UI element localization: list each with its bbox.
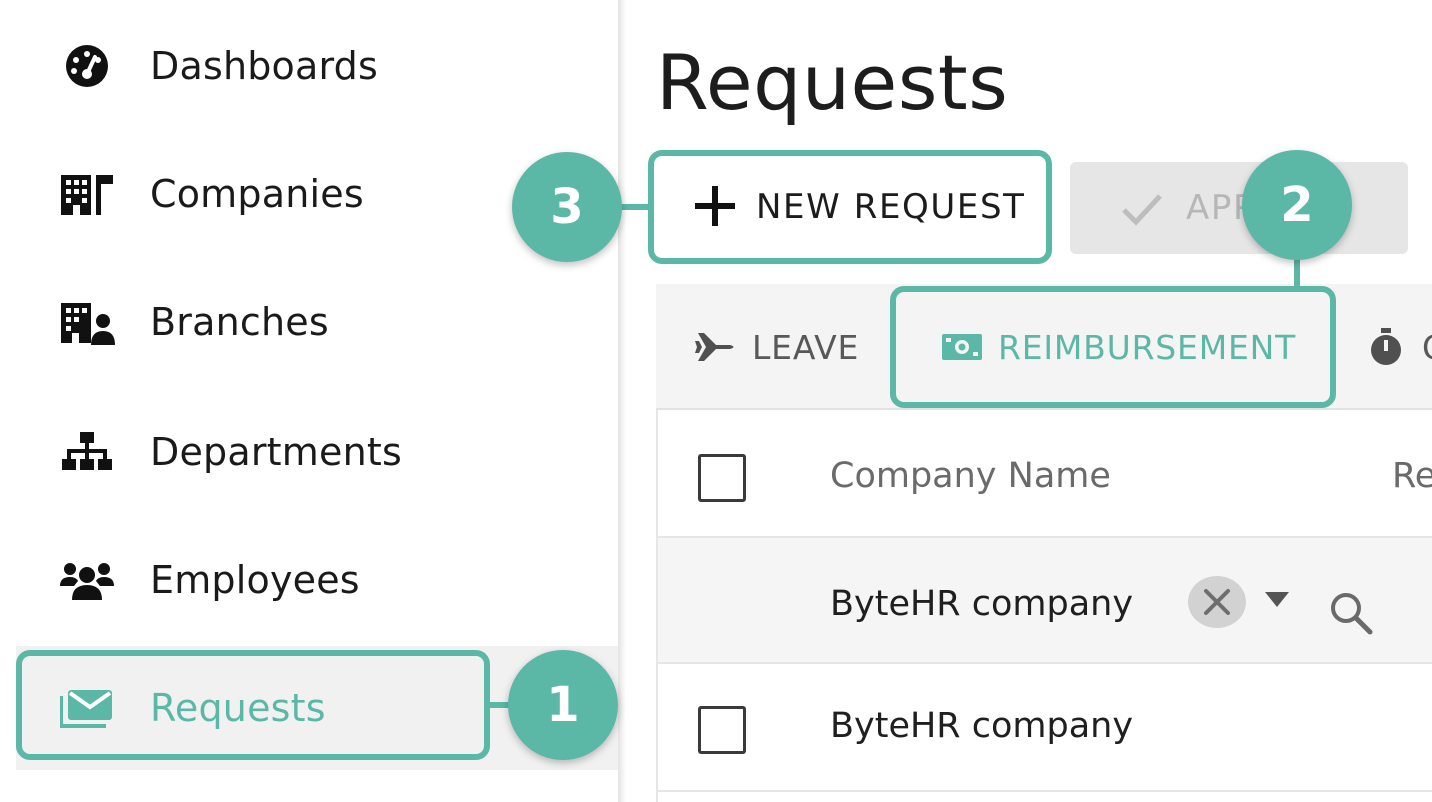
requests-envelope-icon bbox=[58, 679, 116, 737]
tab-label: LEAVE bbox=[752, 327, 860, 367]
sidebar-item-label: Dashboards bbox=[150, 44, 378, 88]
tab-label: O bbox=[1422, 328, 1432, 367]
tab-leave[interactable]: LEAVE bbox=[694, 284, 859, 410]
callout-badge-2: 2 bbox=[1242, 150, 1352, 260]
sidebar-item-label: Companies bbox=[150, 172, 364, 216]
sidebar-item-label: Requests bbox=[150, 686, 326, 730]
companies-building-icon bbox=[58, 165, 116, 223]
page-title: Requests bbox=[656, 38, 1009, 127]
callout-badge-3: 3 bbox=[512, 152, 622, 262]
plus-icon bbox=[695, 186, 735, 226]
select-all-checkbox[interactable] bbox=[698, 454, 746, 502]
sidebar-item-departments[interactable]: Departments bbox=[16, 390, 618, 514]
dashboard-gauge-icon bbox=[58, 37, 116, 95]
departments-sitemap-icon bbox=[58, 423, 116, 481]
row-checkbox[interactable] bbox=[698, 706, 746, 754]
column-header-second[interactable]: Re bbox=[1392, 456, 1432, 496]
callout-connector-3 bbox=[618, 204, 650, 210]
sidebar-item-label: Departments bbox=[150, 430, 402, 474]
sidebar-item-label: Employees bbox=[150, 558, 360, 602]
tab-overtime[interactable]: O bbox=[1364, 284, 1432, 410]
row-company-name: ByteHR company bbox=[830, 706, 1134, 746]
callout-connector-1 bbox=[488, 702, 510, 708]
requests-table: Company Name Re ByteHR company ByteHR co… bbox=[656, 410, 1432, 802]
table-filter-row: ByteHR company bbox=[658, 538, 1432, 664]
request-type-tabs: LEAVE REIMBURSEMENT bbox=[656, 284, 1432, 410]
approve-button[interactable]: APP bbox=[1070, 162, 1408, 254]
plane-icon bbox=[694, 325, 738, 369]
stopwatch-icon bbox=[1364, 325, 1408, 369]
new-request-button[interactable]: NEW REQUEST bbox=[652, 154, 1048, 260]
clear-filter-button[interactable] bbox=[1188, 576, 1246, 628]
table-row[interactable]: ByteHR company bbox=[658, 664, 1432, 792]
sidebar-divider bbox=[618, 0, 626, 802]
new-request-label: NEW REQUEST bbox=[756, 187, 1026, 227]
sidebar-item-branches[interactable]: Branches bbox=[16, 260, 618, 384]
sidebar-item-employees[interactable]: Employees bbox=[16, 518, 618, 642]
money-bill-icon bbox=[940, 325, 984, 369]
callout-badge-1: 1 bbox=[508, 650, 618, 760]
employees-users-icon bbox=[58, 551, 116, 609]
table-header-row: Company Name Re bbox=[658, 410, 1432, 538]
tab-label: REIMBURSEMENT bbox=[998, 327, 1297, 367]
branches-building-user-icon bbox=[58, 293, 116, 351]
sidebar-item-dashboards[interactable]: Dashboards bbox=[16, 4, 618, 128]
search-icon[interactable] bbox=[1328, 590, 1374, 636]
main-content: Requests NEW REQUEST APP LEAVE REIMBURSE… bbox=[626, 0, 1432, 802]
company-filter-value[interactable]: ByteHR company bbox=[830, 584, 1133, 624]
chevron-down-icon[interactable] bbox=[1264, 590, 1290, 610]
close-icon bbox=[1204, 589, 1230, 615]
column-header-company-name[interactable]: Company Name bbox=[830, 456, 1111, 496]
check-icon bbox=[1122, 194, 1162, 226]
tab-reimbursement[interactable]: REIMBURSEMENT bbox=[940, 284, 1296, 410]
sidebar-item-label: Branches bbox=[150, 300, 329, 344]
